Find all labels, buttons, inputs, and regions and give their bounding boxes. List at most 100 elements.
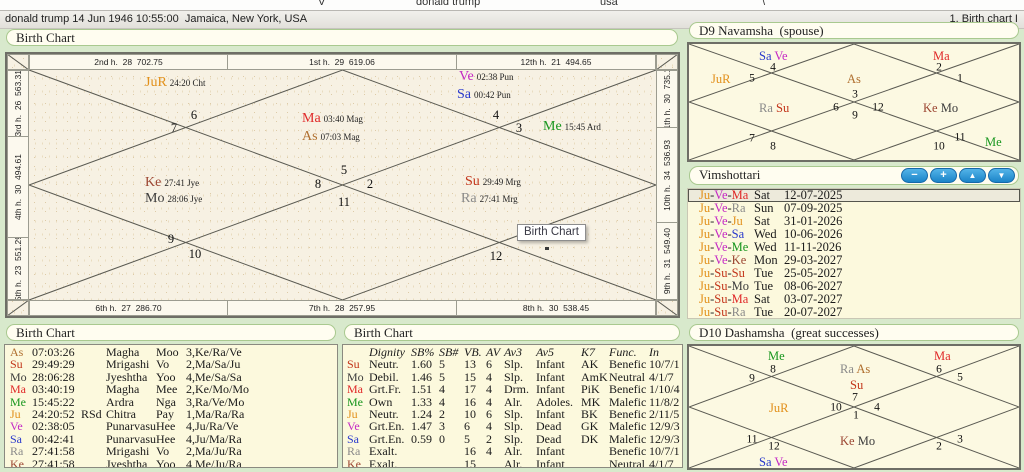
cell: 4 [439, 383, 445, 395]
name-field-fragment: donald trump [416, 0, 480, 8]
sign-number: 11 [338, 196, 350, 209]
birth-chart-panel-title: Birth Chart [6, 29, 678, 46]
sign-number: 2 [936, 441, 942, 453]
planet-label: Ke Mo [923, 100, 958, 116]
dropdown-caret-mark: V [318, 0, 325, 8]
planet-label: Ve02:38 Pun [459, 68, 514, 84]
planet-abbr-jur: JuR [711, 72, 730, 86]
cell: 4,Ju/Ra/Ve [186, 420, 238, 432]
d9-navamsha-diagram[interactable]: Sa VeJuRAsMaRa SuKe MoMe452136129781011 [687, 42, 1021, 162]
planet-abbr-ke: Ke [923, 101, 938, 115]
planet-degree-nakshatra: 27:41 Jye [164, 178, 199, 188]
planet-label: Me15:45 Ard [543, 118, 601, 134]
dasha-plus-button[interactable]: + [930, 168, 957, 183]
position-row: Ma03:40:19MaghaMee2,Ke/Mo/Mo [5, 383, 337, 395]
cell: Neutral [609, 458, 645, 468]
planet-abbr-ma: Ma [302, 111, 321, 126]
cell: 4 [486, 383, 492, 395]
cell: Hee [156, 420, 175, 432]
mouse-cursor-dot [545, 247, 549, 250]
sign-number: 1 [957, 73, 963, 85]
planet-label: JuR [769, 400, 788, 416]
sign-number: 5 [341, 164, 347, 177]
planet-abbr-su: Su [773, 101, 789, 115]
sign-number: 3 [957, 434, 963, 446]
sign-number: 7 [171, 122, 177, 135]
sign-number: 9 [852, 110, 858, 122]
cell: 13 [464, 358, 476, 370]
cell: 29:49:29 [32, 358, 75, 370]
positions-panel-title: Birth Chart [6, 324, 336, 341]
sign-number: 4 [493, 109, 499, 122]
cell: Vo [156, 358, 169, 370]
cell: Exalt. [369, 445, 397, 457]
planet-label: Sa00:42 Pun [457, 86, 511, 102]
planet-label: As [847, 71, 861, 87]
planet-label: Su29:49 Mrg [465, 173, 521, 189]
planet-abbr: Ma [347, 383, 363, 395]
planet-abbr-ke: Ke [145, 175, 161, 190]
dasha-weekday: Tue [754, 306, 773, 319]
cell: 3 [439, 420, 445, 432]
dasha-minus-button[interactable]: − [901, 168, 928, 183]
cell: 4/1/7 [649, 458, 674, 468]
dasha-down-button[interactable]: ▼ [988, 168, 1015, 183]
sign-number: 6 [936, 364, 942, 376]
sign-number: 12 [768, 441, 780, 453]
up-arrow-icon: ▲ [969, 171, 977, 180]
planet-label: Ra Su [759, 100, 789, 116]
cell: 2,Ma/Ju/Ra [186, 445, 242, 457]
planet-label: Sa Ve [759, 454, 788, 470]
planet-abbr-ke: Ke [840, 434, 855, 448]
cell: 03:40:19 [32, 383, 75, 395]
sign-number: 8 [315, 178, 321, 191]
cell: Mrigashi [106, 445, 149, 457]
dasha-up-button[interactable]: ▲ [959, 168, 986, 183]
dasha-period-row[interactable]: Ju-Su-RaTue20-07-2027 [688, 306, 1020, 319]
cell: 4 [486, 420, 492, 432]
dasha-sequence: Ju-Su-Ra [699, 306, 746, 319]
cell: 16 [464, 445, 476, 457]
strength-row: MaGrt.Fr.1.514174Drm.InfantPiKBenefic1/1… [343, 383, 682, 395]
sign-number: 6 [833, 102, 839, 114]
planet-abbr-mo: Mo [938, 101, 959, 115]
cell: 27:41:58 [32, 458, 75, 468]
planet-degree-nakshatra: 29:49 Mrg [483, 177, 521, 187]
planet-abbr-ra: Ra [461, 191, 477, 206]
cell: Jyeshtha [106, 458, 147, 468]
cell: Vo [156, 445, 169, 457]
cell: AK [581, 358, 598, 370]
house-label-10th: 10th h. 34 536.93 [656, 127, 678, 223]
planet-abbr-su: Su [465, 174, 480, 189]
planet-label: Ke Mo [840, 433, 875, 449]
dasha-period-list[interactable]: Ju-Ve-MaSat12-07-2025Ju-Ve-RaSun07-09-20… [687, 188, 1021, 319]
cell: Ke [10, 458, 24, 468]
planet-label: As07:03 Mag [302, 128, 360, 144]
sign-number: 6 [191, 109, 197, 122]
birth-chart-tooltip: Birth Chart [517, 224, 586, 241]
sign-number: 8 [770, 141, 776, 153]
cell: Yoo [156, 458, 175, 468]
planet-abbr-mo: Mo [145, 191, 164, 206]
chart-lines [689, 44, 1019, 160]
house-label-6th: 6th h. 27 286.70 [29, 300, 228, 316]
cell: Alr. [504, 445, 522, 457]
planet-abbr-sa: Sa [759, 455, 772, 469]
cell: Neutr. [369, 358, 399, 370]
sign-number: 9 [168, 233, 174, 246]
cell: 4,Me/Ju/Ra [186, 458, 242, 468]
cell: Infant [536, 458, 565, 468]
birth-chart-diagram[interactable]: 2nd h. 28 702.75 1st h. 29 619.06 12th h… [5, 52, 680, 318]
cell: DK [581, 433, 598, 445]
cell: 10/7/1 [649, 358, 680, 370]
d10-dashamsha-diagram[interactable]: MeRa AsSuMaJuRKe MoSa Ve896571041111223 [687, 344, 1021, 470]
sign-number: 7 [749, 133, 755, 145]
chart-corner [656, 300, 678, 316]
sign-number: 10 [933, 141, 945, 153]
sign-number: 4 [770, 62, 776, 74]
cell: Benefic [609, 445, 646, 457]
sign-number: 2 [936, 62, 942, 74]
planet-abbr-me: Me [543, 119, 562, 134]
cell: 27:41:58 [32, 445, 75, 457]
planet-abbr-as: As [847, 72, 861, 86]
